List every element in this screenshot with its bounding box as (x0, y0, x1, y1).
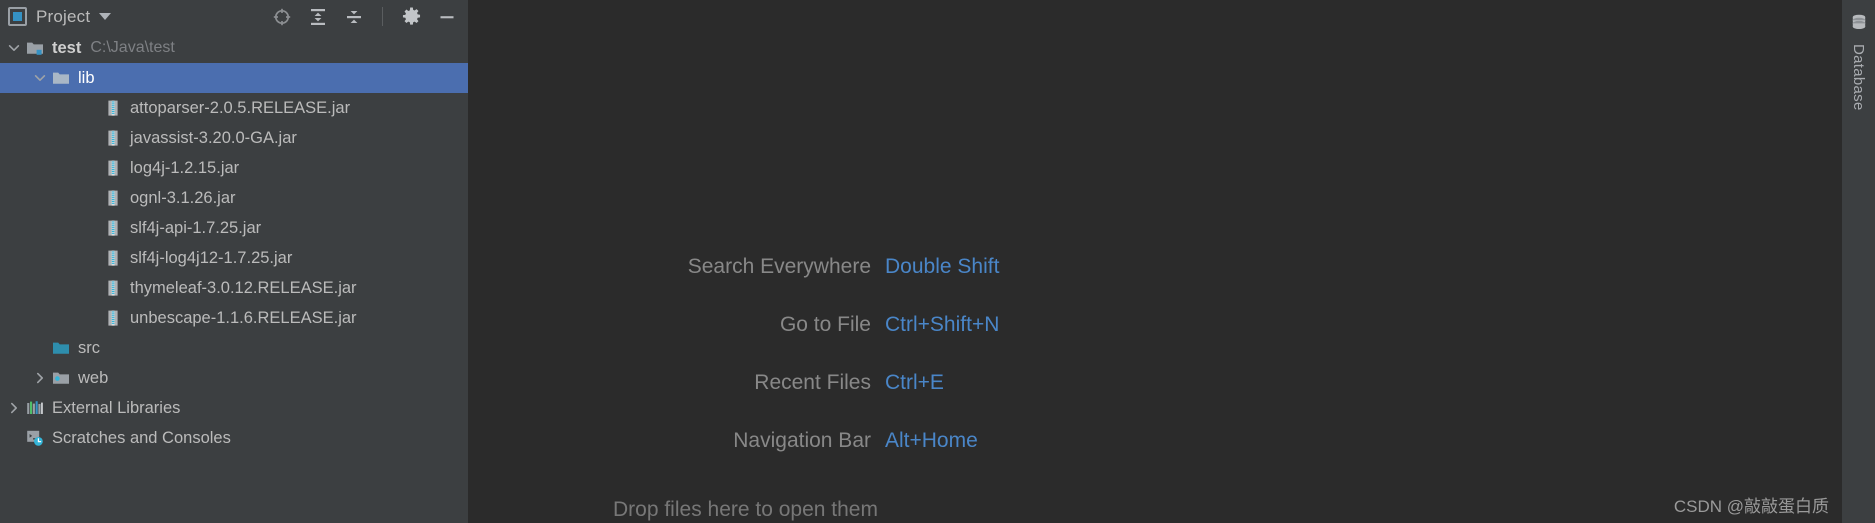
panel-toolbar (271, 6, 462, 28)
shortcut-hint-list: Search Everywhere Double Shift Go to File C… (468, 0, 1842, 487)
web-root-icon (50, 368, 72, 388)
tree-row-label: log4j-1.2.15.jar (130, 158, 240, 177)
stripe-item-database[interactable]: Database (1849, 12, 1869, 111)
shortcut-key: Double Shift (885, 255, 1000, 278)
drop-files-hint-text: Drop files here to open them (613, 498, 878, 521)
gear-icon[interactable] (400, 6, 422, 28)
shortcut-key: Alt+Home (885, 429, 978, 452)
shortcut-key: Ctrl+E (885, 371, 944, 394)
panel-title: Project (36, 6, 91, 26)
tree-row[interactable]: web (0, 363, 468, 393)
tree-row-label: unbescape-1.1.6.RELEASE.jar (130, 308, 357, 327)
tree-row-label: slf4j-log4j12-1.7.25.jar (130, 248, 293, 267)
tree-row[interactable]: lib (0, 63, 468, 93)
tree-row-label: test (52, 38, 82, 57)
tree-arrow-expanded-icon[interactable] (30, 71, 50, 85)
project-tool-window: Project test C:\Java\test lib attoparser… (0, 0, 468, 523)
drop-files-hint: Drop files here to open them (468, 498, 1842, 522)
tree-row-label: web (78, 368, 109, 387)
tree-row-label: javassist-3.20.0-GA.jar (130, 128, 297, 147)
toolbar-divider (382, 7, 383, 26)
external-libraries-icon (24, 398, 46, 418)
database-icon (1849, 12, 1869, 37)
shortcut-label: Search Everywhere (687, 255, 871, 278)
tree-row-label: slf4j-api-1.7.25.jar (130, 218, 262, 237)
shortcut-label: Go to File (779, 313, 871, 336)
collapse-all-icon[interactable] (343, 6, 365, 28)
tree-row-label: Scratches and Consoles (52, 428, 231, 447)
tree-row[interactable]: src (0, 333, 468, 363)
project-window-icon (8, 7, 27, 26)
jar-icon (102, 218, 124, 238)
tree-row[interactable]: ognl-3.1.26.jar (0, 183, 468, 213)
expand-all-icon[interactable] (307, 6, 329, 28)
tree-row[interactable]: External Libraries (0, 393, 468, 423)
jar-icon (102, 158, 124, 178)
watermark: CSDN @敲敲蛋白质 (1673, 497, 1829, 516)
tree-arrow-collapsed-icon[interactable] (4, 401, 24, 415)
project-panel-header: Project (0, 0, 468, 33)
tree-row-label: attoparser-2.0.5.RELEASE.jar (130, 98, 351, 117)
tree-row[interactable]: test C:\Java\test (0, 33, 468, 63)
tree-row[interactable]: thymeleaf-3.0.12.RELEASE.jar (0, 273, 468, 303)
shortcut-label: Recent Files (754, 371, 871, 394)
tree-row[interactable]: slf4j-log4j12-1.7.25.jar (0, 243, 468, 273)
source-root-icon (50, 338, 72, 358)
shortcut-hint-row: Go to File Ctrl+Shift+N (613, 313, 1842, 371)
tree-row-label: lib (78, 68, 95, 87)
tree-row-label: External Libraries (52, 398, 181, 417)
tree-row[interactable]: Scratches and Consoles (0, 423, 468, 453)
jar-icon (102, 188, 124, 208)
module-folder-icon (24, 38, 46, 58)
tree-row[interactable]: javassist-3.20.0-GA.jar (0, 123, 468, 153)
tree-row-path: C:\Java\test (90, 39, 175, 56)
shortcut-hint-row: Recent Files Ctrl+E (613, 371, 1842, 429)
jar-icon (102, 98, 124, 118)
tree-arrow-expanded-icon[interactable] (4, 41, 24, 55)
idea-window: Project test C:\Java\test lib attoparser… (0, 0, 1875, 523)
chevron-down-icon[interactable] (99, 13, 112, 20)
shortcut-hint-row: Search Everywhere Double Shift (613, 255, 1842, 313)
tree-row-label: thymeleaf-3.0.12.RELEASE.jar (130, 278, 357, 297)
jar-icon (102, 248, 124, 268)
tree-row[interactable]: log4j-1.2.15.jar (0, 153, 468, 183)
shortcut-hint-row: Navigation Bar Alt+Home (613, 429, 1842, 487)
jar-icon (102, 308, 124, 328)
project-tree[interactable]: test C:\Java\test lib attoparser-2.0.5.RELE… (0, 33, 468, 523)
tree-row-label: src (78, 338, 100, 357)
stripe-label-database: Database (1850, 44, 1867, 111)
jar-icon (102, 278, 124, 298)
tree-row[interactable]: slf4j-api-1.7.25.jar (0, 213, 468, 243)
jar-icon (102, 128, 124, 148)
scratches-icon (24, 428, 46, 448)
folder-icon (50, 68, 72, 88)
tree-row-label: ognl-3.1.26.jar (130, 188, 236, 207)
minimize-icon[interactable] (436, 6, 458, 28)
editor-empty-area: Search Everywhere Double Shift Go to File C… (468, 0, 1842, 523)
tree-arrow-collapsed-icon[interactable] (30, 371, 50, 385)
tree-row[interactable]: unbescape-1.1.6.RELEASE.jar (0, 303, 468, 333)
shortcut-label: Navigation Bar (733, 429, 871, 452)
project-title-group[interactable]: Project (8, 6, 112, 27)
scroll-from-source-icon[interactable] (271, 6, 293, 28)
tree-row[interactable]: attoparser-2.0.5.RELEASE.jar (0, 93, 468, 123)
shortcut-key: Ctrl+Shift+N (885, 313, 1000, 336)
right-tool-stripe: Database (1842, 0, 1875, 523)
